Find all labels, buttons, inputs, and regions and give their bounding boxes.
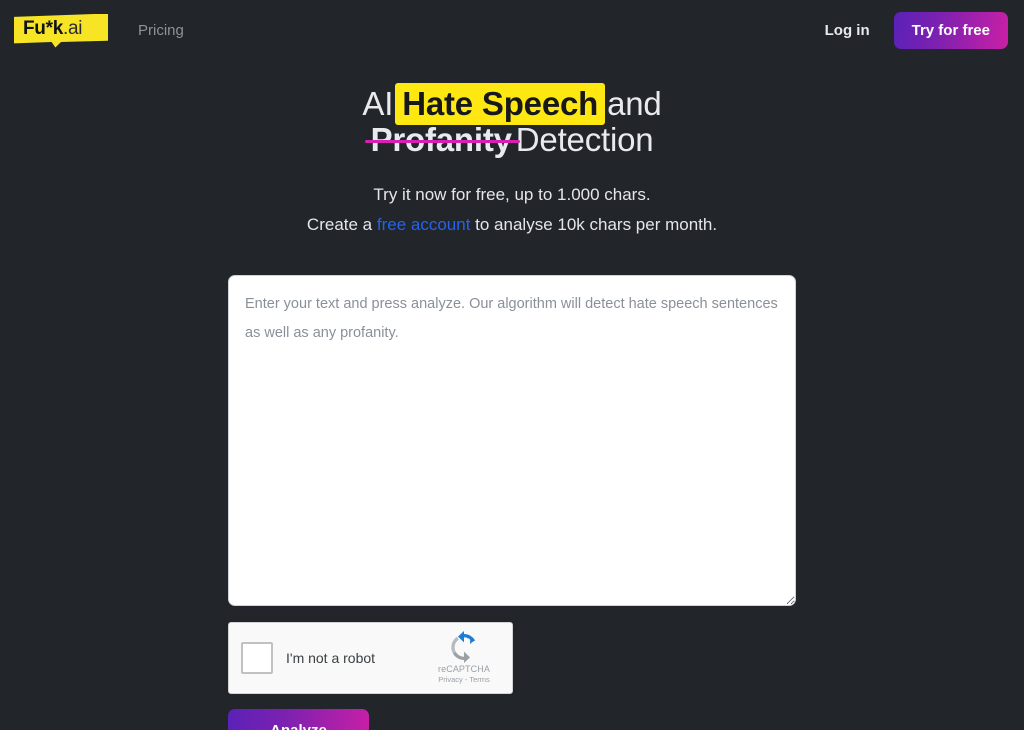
text-input-area[interactable] — [228, 275, 796, 606]
site-logo[interactable]: Fu*k.ai — [14, 13, 108, 48]
recaptcha-label: I'm not a robot — [286, 650, 376, 666]
subtitle-line-2: Create a free account to analyse 10k cha… — [0, 210, 1024, 240]
recaptcha-brand-name: reCAPTCHA — [438, 664, 490, 674]
headline-line-2: Profanity Detection — [0, 122, 1024, 158]
headline-prefix: AI — [362, 85, 394, 122]
page-title: AI Hate Speech and Profanity Detection — [0, 83, 1024, 158]
subtitle-line-1: Try it now for free, up to 1.000 chars. — [373, 185, 651, 204]
hero-section: AI Hate Speech and Profanity Detection Try … — [0, 83, 1024, 240]
headline-highlight-hate-speech: Hate Speech — [395, 83, 606, 125]
recaptcha-branding: reCAPTCHA Privacy - Terms — [428, 631, 500, 685]
subtitle-prefix: Create a — [306, 215, 373, 234]
login-link[interactable]: Log in — [825, 22, 870, 39]
header-left-group: Fu*k.ai Pricing — [14, 13, 184, 48]
landing-page: Fu*k.ai Pricing Log in Try for free AI Ha… — [0, 0, 1024, 730]
recaptcha-circular-arrows-icon — [451, 631, 476, 663]
recaptcha-legal-links[interactable]: Privacy - Terms — [428, 675, 500, 685]
nav-item-pricing[interactable]: Pricing — [138, 22, 184, 39]
headline-struck-profanity: Profanity — [371, 121, 516, 158]
headline-detection: Detection — [515, 121, 654, 158]
logo-name-bold: Fu*k — [23, 17, 63, 39]
try-for-free-button[interactable]: Try for free — [893, 11, 1008, 49]
subtitle-suffix: to analyse 10k chars per month. — [475, 215, 718, 234]
header-right-group: Log in Try for free — [825, 11, 1008, 49]
analyze-form — [228, 275, 796, 606]
analyze-button[interactable]: Analyze — [228, 709, 369, 730]
free-account-link[interactable]: free account — [377, 215, 471, 234]
recaptcha-checkbox[interactable] — [241, 642, 273, 674]
hero-subtitle-group: Try it now for free, up to 1.000 chars. … — [0, 180, 1024, 240]
site-header: Fu*k.ai Pricing Log in Try for free — [0, 0, 1024, 60]
logo-text: Fu*k.ai — [23, 18, 82, 40]
logo-name-light: .ai — [62, 17, 83, 39]
headline-line-1: AI Hate Speech and — [0, 83, 1024, 125]
headline-suffix: and — [607, 85, 662, 122]
recaptcha-widget[interactable]: I'm not a robot reCAPTCHA Privacy - Term… — [228, 622, 513, 694]
